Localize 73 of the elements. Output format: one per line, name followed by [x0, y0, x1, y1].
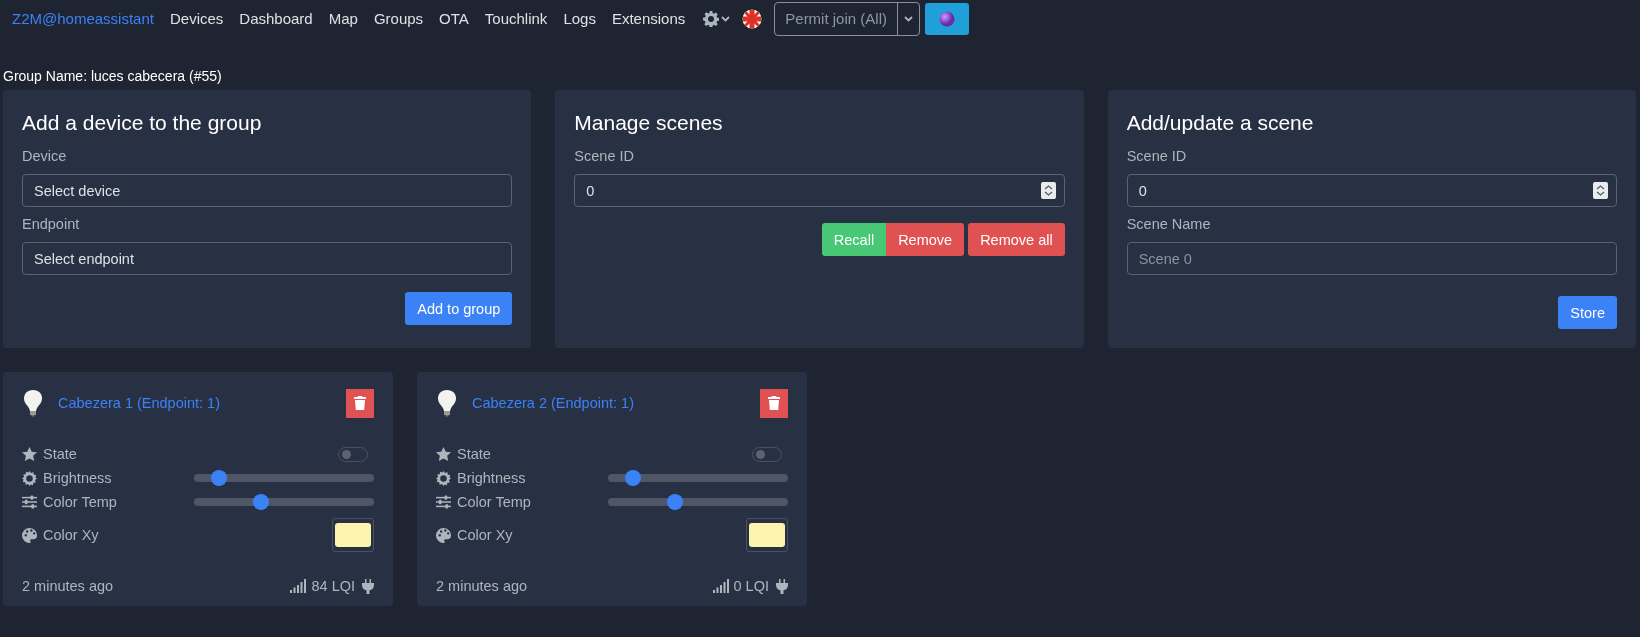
nav-link[interactable]: Devices — [169, 10, 224, 27]
lightbulb-icon — [436, 389, 458, 417]
sun-icon — [22, 470, 37, 486]
field-label: Scene ID — [1126, 148, 1188, 164]
nav-link[interactable]: Logs — [563, 10, 596, 27]
sphere-icon — [938, 10, 955, 27]
number-field[interactable]: 0 — [1126, 174, 1617, 207]
settings-menu[interactable] — [703, 10, 731, 27]
field-label: Scene Name — [1126, 216, 1212, 232]
device-link[interactable]: Cabezera 2 (Endpoint: 1) — [472, 395, 760, 411]
submit-button[interactable]: Store — [1558, 296, 1617, 329]
property-label: Color Xy — [43, 527, 99, 543]
property-label: Color Xy — [457, 527, 513, 543]
signal-icon — [290, 579, 308, 593]
lqi-value: 0 LQI — [733, 578, 769, 594]
palette-icon — [436, 527, 451, 543]
nav-link[interactable]: Extensions — [611, 10, 686, 27]
panel-title: Add a device to the group — [22, 111, 263, 135]
property-label: Color Temp — [43, 494, 117, 510]
field-label: Scene ID — [574, 148, 635, 164]
last-seen: 2 minutes ago — [22, 578, 114, 594]
star-icon — [436, 446, 451, 462]
permit-join-dropdown[interactable]: Permit join (All) — [774, 1, 920, 36]
submit-button[interactable]: Add to group — [405, 292, 513, 325]
input-field[interactable]: Scene 0 — [1126, 242, 1617, 275]
last-seen: 2 minutes ago — [436, 578, 528, 594]
trash-icon — [354, 396, 366, 410]
trash-icon — [768, 396, 780, 410]
slider-thumb[interactable] — [625, 470, 642, 486]
property-label: Brightness — [43, 470, 112, 486]
nav-link[interactable]: Groups — [373, 10, 424, 27]
group-name: Group Name: luces cabecera (#55) — [3, 68, 222, 84]
status-button[interactable] — [924, 2, 969, 35]
star-icon — [22, 446, 37, 462]
panel-title: Add/update a scene — [1126, 111, 1315, 135]
sliders-icon — [22, 495, 37, 509]
nav-link[interactable]: OTA — [439, 10, 469, 27]
field-label: Endpoint — [22, 216, 81, 232]
remove-button[interactable]: Remove — [886, 223, 965, 256]
palette-icon — [22, 527, 37, 543]
property-label: State — [457, 446, 491, 462]
signal-icon — [712, 579, 730, 593]
lightbulb-icon — [22, 389, 44, 417]
brand-link[interactable]: Z2M@homeassistant — [12, 10, 154, 27]
spinner-icon[interactable] — [1593, 182, 1608, 199]
delete-button[interactable] — [346, 388, 374, 418]
permit-join-button[interactable]: Permit join (All) — [775, 2, 897, 35]
property-label: Brightness — [457, 470, 526, 486]
nav-link[interactable]: Touchlink — [484, 10, 548, 27]
device-link[interactable]: Cabezera 1 (Endpoint: 1) — [58, 395, 346, 411]
slider-thumb[interactable] — [666, 494, 683, 510]
caret-icon — [903, 15, 913, 22]
lqi-value: 84 LQI — [311, 578, 355, 594]
plug-icon — [362, 578, 374, 594]
slider-thumb[interactable] — [211, 470, 228, 486]
property-label: Color Temp — [457, 494, 531, 510]
panel-title: Manage scenes — [574, 111, 724, 135]
field-label: Device — [22, 148, 68, 164]
select-field[interactable]: Select device — [22, 174, 513, 207]
plug-icon — [776, 578, 788, 594]
number-field[interactable]: 0 — [574, 174, 1065, 207]
remove-button[interactable]: Remove all — [968, 223, 1065, 256]
settings-icon — [703, 10, 720, 27]
nav-link[interactable]: Dashboard — [239, 10, 313, 27]
property-label: State — [43, 446, 77, 462]
nav-link[interactable]: Map — [328, 10, 358, 27]
caret-icon — [721, 15, 731, 22]
select-field[interactable]: Select endpoint — [22, 242, 513, 275]
delete-button[interactable] — [760, 388, 788, 418]
slider-thumb[interactable] — [252, 494, 269, 510]
spinner-icon[interactable] — [1040, 182, 1056, 199]
sliders-icon — [436, 495, 451, 509]
sun-icon — [436, 470, 451, 486]
